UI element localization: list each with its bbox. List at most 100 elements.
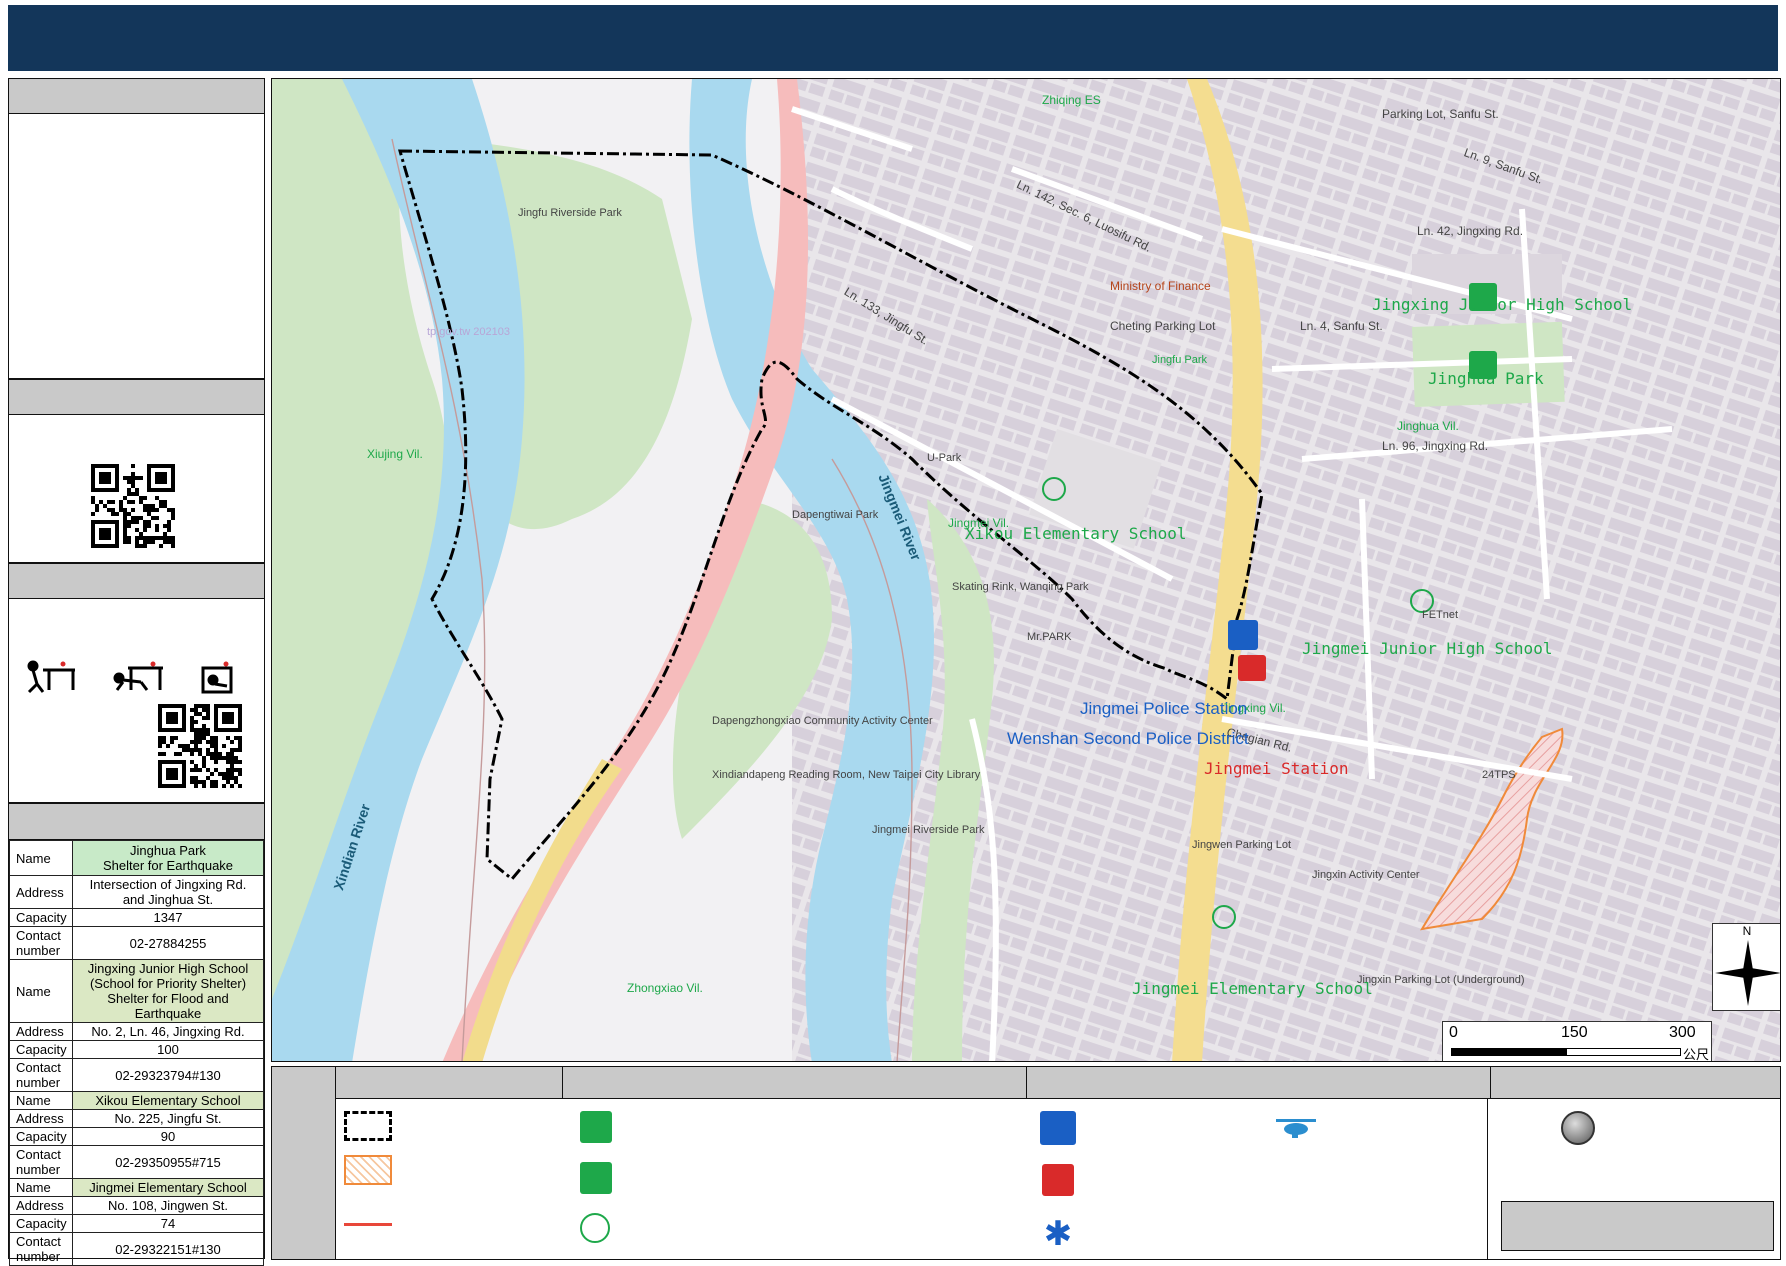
shelter-field-value: 02-29323794#130	[72, 1058, 264, 1092]
backup-shelter-icon[interactable]	[1042, 477, 1066, 501]
shelter-field-value: Xikou Elementary School	[72, 1091, 264, 1110]
shelter-field-label: Name	[9, 959, 73, 1023]
shelter-table: Name Jinghua Park Shelter for Earthquake A…	[9, 840, 264, 1266]
shelter-row: Name Jinghua Park Shelter for Earthquake	[9, 840, 264, 876]
shelter-row: Capacity 100	[9, 1040, 264, 1059]
label-jingmei-station: Jingmei Station	[1204, 759, 1349, 778]
map-label: Skating Rink, Wanqing Park	[952, 581, 1089, 593]
shelter-field-value: Intersection of Jingxing Rd. and Jinghua…	[72, 875, 264, 909]
scale-bar: 0 150 300 公尺	[1442, 1021, 1712, 1062]
shelter-row: Address No. 225, Jingfu St.	[9, 1109, 264, 1128]
shelter-row: Capacity 1347	[9, 908, 264, 927]
shelter-field-label: Name	[9, 840, 73, 876]
shelter-field-value: 02-29322151#130	[72, 1232, 264, 1266]
map-label: Jingxin Activity Center	[1312, 869, 1420, 881]
shelter-field-value: No. 2, Ln. 46, Jingxing Rd.	[72, 1022, 264, 1041]
label-wenshan-police: Wenshan Second Police District	[1007, 729, 1249, 748]
title-banner	[8, 5, 1778, 71]
map-label: Xindiandapeng Reading Room, New Taipei C…	[712, 769, 981, 781]
map-view[interactable]: Zhiqing ES Parking Lot, Sanfu St. Ln. 9,…	[271, 78, 1781, 1062]
legend-divider	[1487, 1099, 1488, 1259]
shelter-row: Contact number 02-29323794#130	[9, 1058, 264, 1092]
scale-unit: 公尺	[1683, 1047, 1710, 1062]
assembly-point-icon	[1561, 1111, 1595, 1145]
compass-icon	[1715, 940, 1780, 1006]
shelter-row: Contact number 02-29322151#130	[9, 1232, 264, 1266]
info-panel-header	[9, 79, 264, 114]
map-label: Zhiqing ES	[1042, 93, 1101, 107]
shelter-park-icon	[580, 1162, 612, 1194]
qr-code-icon-2[interactable]	[158, 704, 242, 788]
north-arrow: N	[1712, 923, 1780, 1011]
info-panel-top	[8, 78, 265, 379]
map-label: U-Park	[927, 452, 962, 464]
shelter-field-label: Address	[9, 875, 73, 909]
qr-code-icon[interactable]	[91, 464, 175, 548]
shelter-field-label: Capacity	[9, 908, 73, 927]
map-label: Mr.PARK	[1027, 631, 1072, 643]
shelter-field-label: Contact number	[9, 926, 73, 960]
shelter-field-value: Jingmei Elementary School	[72, 1178, 264, 1197]
label-jinghua-park: Jinghua Park	[1428, 369, 1544, 388]
shelter-row: Capacity 74	[9, 1214, 264, 1233]
map-label: Ln. 4, Sanfu St.	[1300, 319, 1383, 333]
shelter-field-label: Contact number	[9, 1145, 73, 1179]
shelter-field-value: 1347	[72, 908, 264, 927]
backup-shelter-icon-3[interactable]	[1212, 905, 1236, 929]
shelter-row: Name Xikou Elementary School	[9, 1091, 264, 1110]
scale-tick-150: 150	[1561, 1024, 1588, 1041]
north-label: N	[1742, 924, 1752, 938]
label-jingmei-police: Jingmei Police Station	[1080, 699, 1248, 718]
shelter-panel-header	[9, 804, 264, 840]
shelter-field-label: Capacity	[9, 1040, 73, 1059]
shelter-row: Capacity 90	[9, 1127, 264, 1146]
map-label: Parking Lot, Sanfu St.	[1382, 107, 1499, 121]
scale-tick-300: 300	[1669, 1024, 1696, 1041]
legend-head-1	[336, 1067, 563, 1099]
map-label: FETnet	[1422, 609, 1459, 621]
map-label: Jingfu Riverside Park	[518, 207, 622, 219]
label-jingxing-jhs: Jingxing Junior High School	[1372, 295, 1633, 314]
shelter-field-label: Name	[9, 1178, 73, 1197]
shelter-field-label: Capacity	[9, 1214, 73, 1233]
shelter-row: Address Intersection of Jingxing Rd. and …	[9, 875, 264, 909]
map-watermark: tp.gov.tw 202103	[427, 326, 510, 338]
police-station-icon[interactable]	[1228, 620, 1258, 650]
shelter-field-value: No. 225, Jingfu St.	[72, 1109, 264, 1128]
shelter-field-value: 90	[72, 1127, 264, 1146]
shelter-field-label: Address	[9, 1109, 73, 1128]
map-label: Jingwen Parking Lot	[1192, 839, 1292, 851]
map-label: Dapengtiwai Park	[792, 509, 879, 521]
shelter-field-value: Jinghua Park Shelter for Earthquake	[72, 840, 264, 876]
hazard-hatch-icon	[344, 1155, 392, 1185]
map-label: Jingmei Riverside Park	[872, 824, 985, 836]
map-label: Xiujing Vil.	[367, 447, 423, 461]
shelter-row: Name Jingmei Elementary School	[9, 1178, 264, 1197]
police-precinct-icon[interactable]	[1238, 655, 1266, 681]
map-label: Dapengzhongxiao Community Activity Cente…	[712, 715, 933, 727]
shelter-info-panel: Name Jinghua Park Shelter for Earthquake A…	[8, 803, 265, 1266]
safety-panel	[8, 563, 265, 803]
shelter-field-value: 02-27884255	[72, 926, 264, 960]
shelter-field-label: Name	[9, 1091, 73, 1110]
legend-head-3	[1027, 1067, 1491, 1099]
police-station-icon	[1040, 1111, 1076, 1145]
shelter-row: Address No. 2, Ln. 46, Jingxing Rd.	[9, 1022, 264, 1041]
legend-side	[272, 1067, 336, 1259]
police-precinct-icon	[1042, 1164, 1074, 1196]
shelter-row: Name Jingxing Junior High School (School …	[9, 959, 264, 1023]
shelter-field-label: Capacity	[9, 1127, 73, 1146]
label-jingmei-es: Jingmei Elementary School	[1132, 979, 1373, 998]
map-label: Ln. 96, Jingxing Rd.	[1382, 439, 1489, 453]
shelter-field-value: Jingxing Junior High School (School for …	[72, 959, 264, 1023]
shelter-field-value: 02-29350955#715	[72, 1145, 264, 1179]
shelter-field-value: No. 108, Jingwen St.	[72, 1196, 264, 1215]
legend-head-4	[1491, 1067, 1780, 1099]
legend-note-box	[1501, 1201, 1774, 1251]
legend-head-2	[563, 1067, 1027, 1099]
map-label: Cheting Parking Lot	[1110, 319, 1216, 333]
shelter-field-label: Contact number	[9, 1232, 73, 1266]
label-xikou-es: Xikou Elementary School	[965, 524, 1187, 543]
medical-icon: ✱	[1043, 1215, 1073, 1253]
qr-panel-header	[9, 380, 264, 415]
